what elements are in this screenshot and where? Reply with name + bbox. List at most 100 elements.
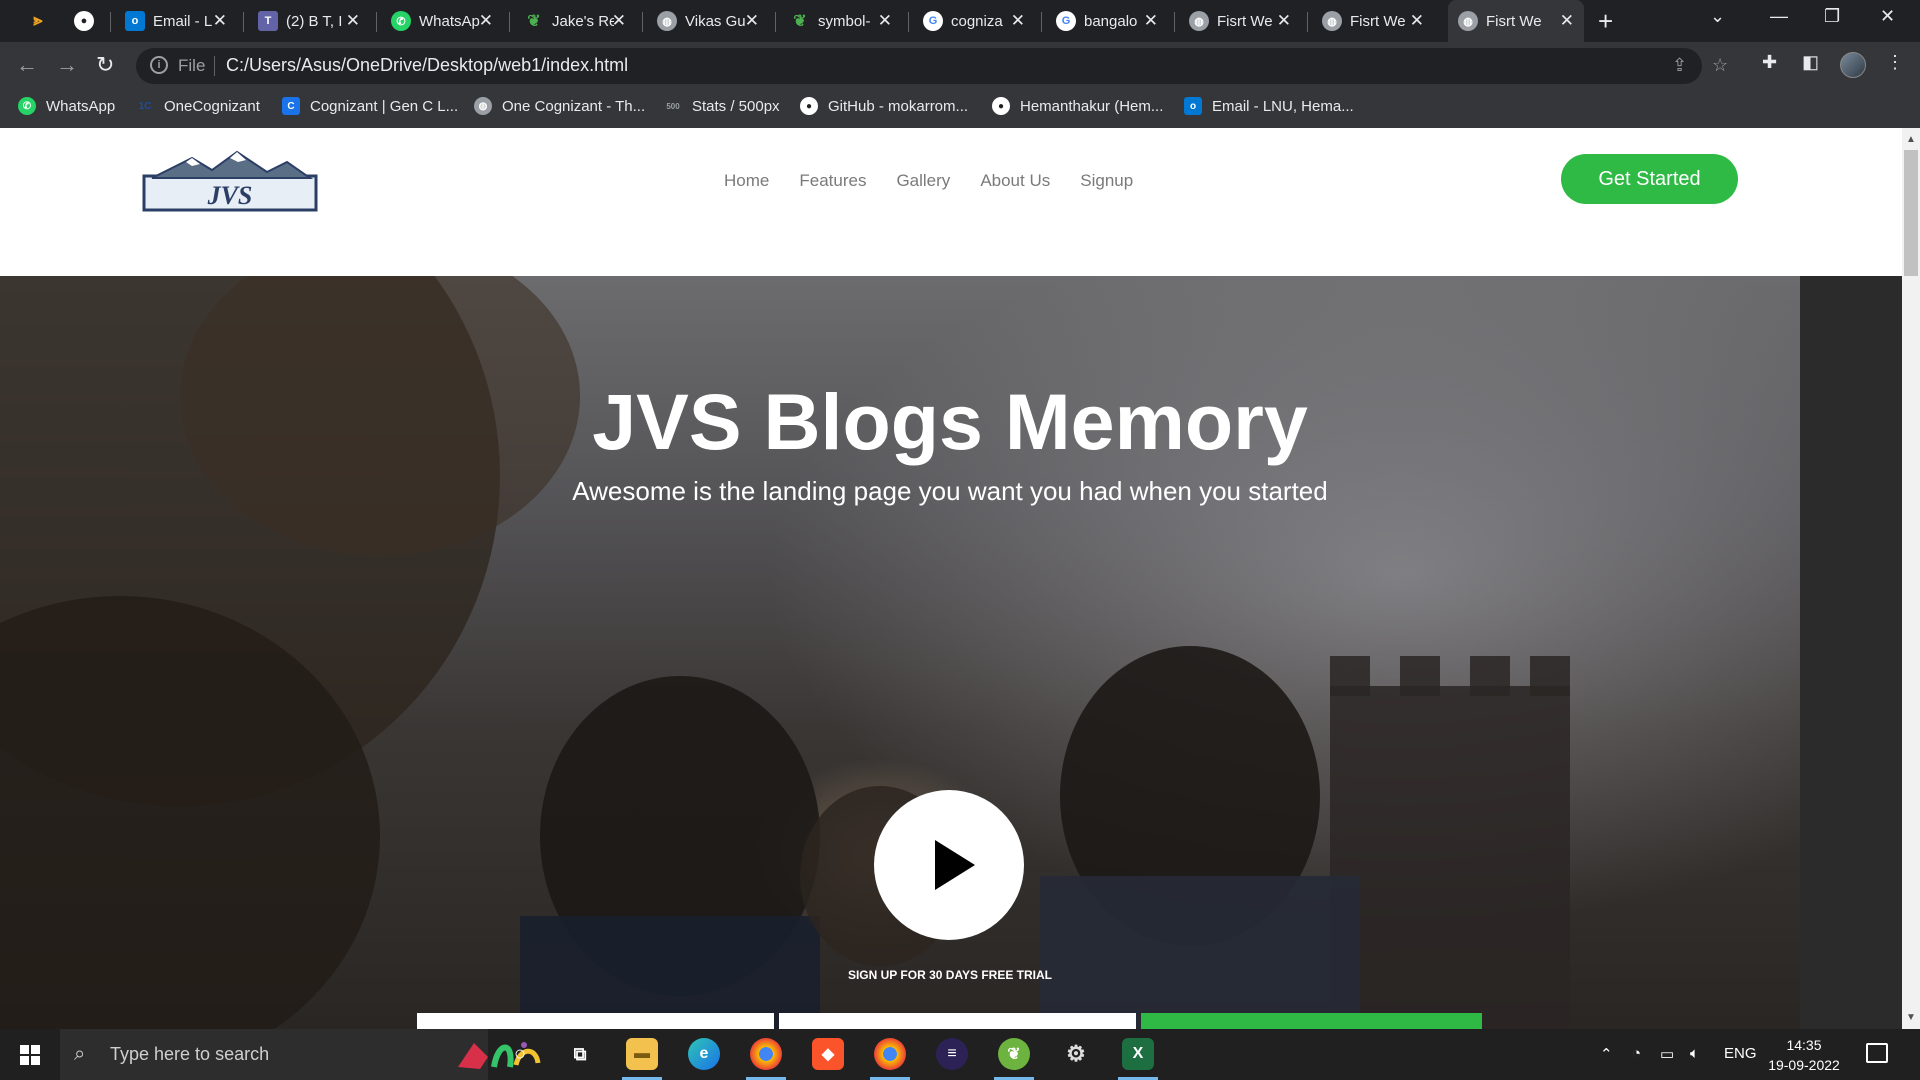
name-input[interactable] xyxy=(417,1013,774,1029)
tab-github[interactable]: ● xyxy=(64,6,104,36)
jvs-logo[interactable]: JVS xyxy=(142,148,318,214)
new-tab-button[interactable]: + xyxy=(1598,6,1613,37)
main-nav: Home Features Gallery About Us Signup xyxy=(724,171,1133,191)
network-icon[interactable]: ◔ xyxy=(1632,1045,1641,1062)
restore-icon[interactable]: ❐ xyxy=(1824,6,1840,27)
edge-icon[interactable]: e xyxy=(688,1038,720,1070)
kebab-menu-icon[interactable]: ⋮ xyxy=(1886,52,1904,73)
close-icon[interactable]: ✕ xyxy=(479,11,493,31)
play-icon xyxy=(935,840,975,890)
tab-separator xyxy=(243,12,244,32)
close-icon[interactable]: ✕ xyxy=(1011,11,1025,31)
minimize-icon[interactable]: — xyxy=(1770,6,1788,27)
tab-bangalore-search[interactable]: G bangalo ✕ xyxy=(1046,6,1168,36)
task-view-icon[interactable]: ⧉ xyxy=(564,1038,596,1070)
bookmark-cognizant-genc[interactable]: C Cognizant | Gen C L... xyxy=(282,97,458,115)
window-close-icon[interactable]: ✕ xyxy=(1880,6,1895,27)
nav-home[interactable]: Home xyxy=(724,171,769,191)
tab-title: Vikas Gu xyxy=(685,12,746,30)
bookmark-one-cognizant[interactable]: ◍ One Cognizant - Th... xyxy=(474,97,645,115)
tab-title: WhatsAp xyxy=(419,12,480,30)
site-info-icon[interactable]: i xyxy=(150,56,168,74)
bookmark-label: GitHub - mokarrom... xyxy=(828,97,969,115)
tab-whatsapp[interactable]: ✆ WhatsAp ✕ xyxy=(381,6,503,36)
profile-avatar[interactable] xyxy=(1840,52,1866,78)
menu-arrows-icon: ⪢ xyxy=(33,12,43,29)
tab-vikas[interactable]: ◍ Vikas Gu ✕ xyxy=(647,6,769,36)
taskbar-clock[interactable]: 14:35 19-09-2022 xyxy=(1764,1035,1844,1075)
url-text[interactable]: C:/Users/Asus/OneDrive/Desktop/web1/inde… xyxy=(226,55,628,76)
cortana-icon[interactable]: ○ xyxy=(504,1038,536,1070)
excel-icon[interactable]: X xyxy=(1122,1038,1154,1070)
reload-icon[interactable]: ↻ xyxy=(96,52,114,78)
file-explorer-icon[interactable]: ▬ xyxy=(626,1038,658,1070)
brave-icon[interactable]: ◆ xyxy=(812,1038,844,1070)
email-input[interactable] xyxy=(779,1013,1136,1029)
chrome-active-icon[interactable] xyxy=(874,1038,906,1070)
tab-search-icon[interactable]: ⌄ xyxy=(1710,6,1725,27)
extensions-icon[interactable]: ✚ xyxy=(1762,52,1777,73)
bookmark-whatsapp[interactable]: ✆ WhatsApp xyxy=(18,97,115,115)
nav-about-us[interactable]: About Us xyxy=(980,171,1050,191)
scroll-up-arrow-icon[interactable]: ▲ xyxy=(1906,134,1916,145)
nav-features[interactable]: Features xyxy=(799,171,866,191)
side-panel-icon[interactable]: ◧ xyxy=(1802,52,1819,73)
tab-first-web-1[interactable]: ◍ Fisrt We ✕ xyxy=(1179,6,1301,36)
start-free-trial-button[interactable]: Start Free Trail xyxy=(1141,1013,1482,1029)
bookmark-label: WhatsApp xyxy=(46,97,116,115)
bookmark-email-lnu[interactable]: o Email - LNU, Hema... xyxy=(1184,97,1354,115)
tab-first-web-active[interactable]: ◍ Fisrt We ✕ xyxy=(1448,0,1584,42)
close-icon[interactable]: ✕ xyxy=(346,11,360,31)
eclipse-icon[interactable]: ≡ xyxy=(936,1038,968,1070)
spring-tools-icon[interactable]: ❦ xyxy=(998,1038,1030,1070)
nav-gallery[interactable]: Gallery xyxy=(896,171,950,191)
tab-title: bangalo xyxy=(1084,12,1138,30)
back-arrow-icon[interactable]: ← xyxy=(16,52,38,78)
language-indicator[interactable]: ENG xyxy=(1724,1045,1757,1062)
windows-start-icon[interactable] xyxy=(20,1045,40,1065)
tab-email[interactable]: o Email - L ✕ xyxy=(115,6,237,36)
nav-signup[interactable]: Signup xyxy=(1080,171,1133,191)
close-icon[interactable]: ✕ xyxy=(1560,11,1574,31)
notification-center-icon[interactable] xyxy=(1866,1043,1888,1063)
battery-icon[interactable]: ▭ xyxy=(1660,1045,1674,1063)
close-icon[interactable]: ✕ xyxy=(1410,11,1424,31)
scroll-down-arrow-icon[interactable]: ▼ xyxy=(1906,1012,1916,1023)
close-icon[interactable]: ✕ xyxy=(1144,11,1158,31)
forward-arrow-icon[interactable]: → xyxy=(56,52,78,78)
github-icon: ● xyxy=(74,11,94,31)
close-icon[interactable]: ✕ xyxy=(745,11,759,31)
bookmark-github-hemanthakur[interactable]: ● Hemanthakur (Hem... xyxy=(992,97,1163,115)
volume-icon[interactable]: 🔈︎ xyxy=(1690,1045,1699,1062)
close-icon[interactable]: ✕ xyxy=(612,11,626,31)
tab-first-web-2[interactable]: ◍ Fisrt We ✕ xyxy=(1312,6,1434,36)
bookmark-500px[interactable]: 500 Stats / 500px xyxy=(664,97,779,115)
tab-title: Fisrt We xyxy=(1217,12,1273,30)
taskbar-search[interactable]: ⌕ Type here to search xyxy=(60,1029,541,1080)
scrollbar-thumb[interactable] xyxy=(1904,150,1918,276)
tab-menu[interactable]: ⪢ xyxy=(18,6,58,36)
share-icon[interactable]: ⇪ xyxy=(1672,55,1687,76)
close-icon[interactable]: ✕ xyxy=(213,11,227,31)
tab-teams[interactable]: T (2) B T, I ✕ xyxy=(248,6,370,36)
globe-icon: ◍ xyxy=(1189,11,1209,31)
clock-date: 19-09-2022 xyxy=(1768,1057,1840,1073)
settings-gear-icon[interactable]: ⚙ xyxy=(1060,1038,1092,1070)
tab-jakes[interactable]: ❦ Jake's Re ✕ xyxy=(514,6,636,36)
bookmark-onecognizant[interactable]: 1C OneCognizant xyxy=(136,97,260,115)
address-bar[interactable]: i File C:/Users/Asus/OneDrive/Desktop/we… xyxy=(136,48,1728,84)
play-video-button[interactable] xyxy=(874,790,1024,940)
bookmark-star-icon[interactable]: ☆ xyxy=(1712,55,1728,76)
tab-symbol[interactable]: ❦ symbol- ✕ xyxy=(780,6,902,36)
tab-title: Fisrt We xyxy=(1486,12,1542,30)
tab-cognizant-search[interactable]: G cogniza ✕ xyxy=(913,6,1035,36)
tab-separator xyxy=(509,12,510,32)
bookmark-github-mokarrom[interactable]: ● GitHub - mokarrom... xyxy=(800,97,968,115)
tab-separator xyxy=(110,12,111,32)
get-started-button[interactable]: Get Started xyxy=(1561,154,1738,204)
close-icon[interactable]: ✕ xyxy=(878,11,892,31)
site-header: JVS Home Features Gallery About Us Signu… xyxy=(0,128,1902,276)
chrome-icon[interactable] xyxy=(750,1038,782,1070)
show-hidden-icons-icon[interactable]: ⌃ xyxy=(1600,1045,1613,1063)
close-icon[interactable]: ✕ xyxy=(1277,11,1291,31)
